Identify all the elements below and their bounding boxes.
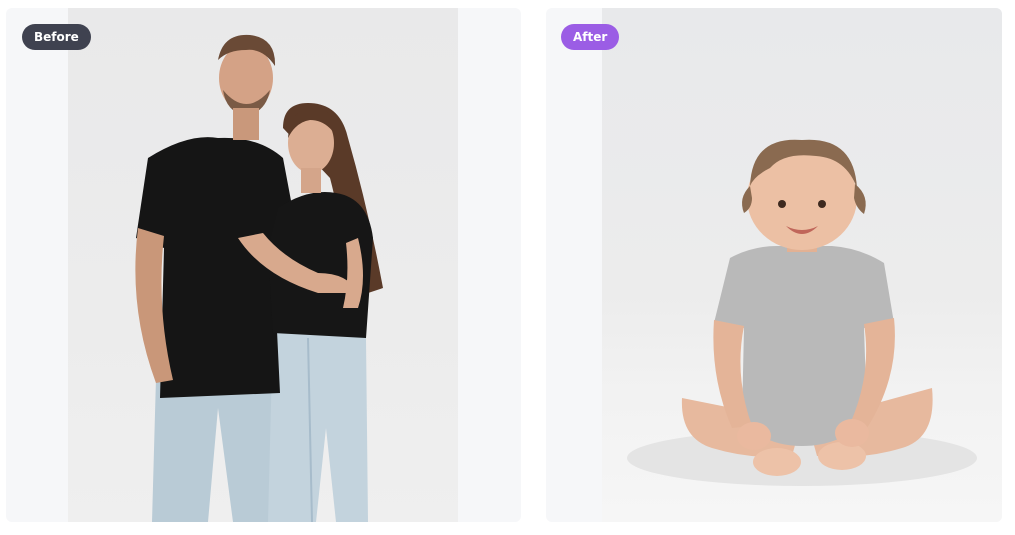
baby-illustration bbox=[627, 139, 977, 486]
after-panel: After bbox=[546, 8, 1002, 522]
after-badge: After bbox=[561, 24, 620, 50]
after-photo bbox=[602, 8, 1002, 522]
couple-illustration bbox=[135, 34, 383, 522]
before-badge: Before bbox=[22, 24, 91, 50]
before-panel: Before bbox=[6, 8, 521, 522]
before-photo bbox=[68, 8, 458, 522]
before-after-comparison: Before After bbox=[0, 0, 1015, 535]
